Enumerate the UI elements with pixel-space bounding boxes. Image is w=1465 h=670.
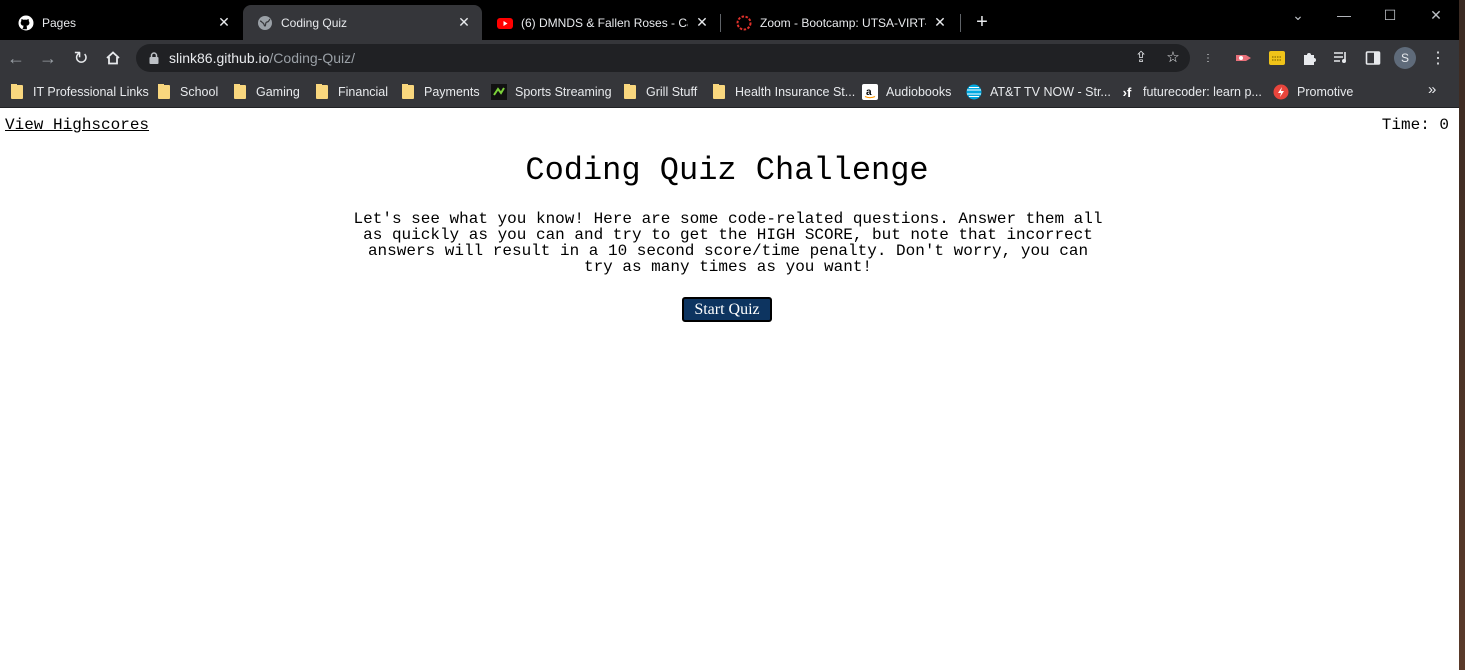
promotive-icon	[1273, 84, 1289, 100]
quiz-description: Let's see what you know! Here are some c…	[353, 210, 1103, 276]
page-content: View Highscores Time: 0 Coding Quiz Chal…	[0, 108, 1459, 670]
tab-pages[interactable]: Pages ✕	[4, 5, 242, 40]
bookmark-link[interactable]: Promotive	[1273, 81, 1353, 103]
bookmark-label: Health Insurance St...	[735, 85, 856, 99]
browser-menu-icon[interactable]: ⋮	[1428, 48, 1448, 68]
tab-strip: Pages ✕ Coding Quiz ✕ (6) DMNDS & Fallen…	[0, 0, 1459, 40]
side-panel-icon[interactable]	[1363, 48, 1383, 68]
minimize-icon[interactable]: —	[1321, 4, 1367, 26]
tab-search-icon[interactable]: ⌄	[1275, 4, 1321, 26]
tab-separator	[960, 14, 961, 32]
close-tab-icon[interactable]: ✕	[932, 14, 948, 31]
home-icon[interactable]	[101, 46, 125, 70]
bookmark-folder[interactable]: Grill Stuff	[622, 81, 697, 103]
more-bookmarks-icon[interactable]: »	[1428, 81, 1436, 98]
close-tab-icon[interactable]: ✕	[216, 14, 232, 31]
bookmark-label: Gaming	[256, 85, 300, 99]
bookmark-folder[interactable]: Gaming	[232, 81, 300, 103]
bookmark-label: School	[180, 85, 219, 99]
url-text[interactable]: slink86.github.io/Coding-Quiz/	[169, 50, 355, 66]
url-path: /Coding-Quiz/	[269, 50, 355, 66]
bookmark-folder[interactable]: School	[156, 81, 218, 103]
forward-icon[interactable]: →	[36, 46, 60, 70]
screen-recorder-icon[interactable]	[1234, 48, 1254, 68]
page-title: Coding Quiz Challenge	[525, 152, 929, 189]
bookmark-folder[interactable]: IT Professional Links	[9, 81, 149, 103]
att-icon	[966, 84, 982, 100]
bookmark-label: IT Professional Links	[33, 85, 149, 99]
youtube-icon	[497, 15, 513, 31]
new-tab-icon[interactable]: +	[972, 12, 992, 32]
folder-icon	[400, 84, 416, 100]
close-tab-icon[interactable]: ✕	[456, 14, 472, 31]
bookmark-label: Financial	[338, 85, 389, 99]
tab-youtube[interactable]: (6) DMNDS & Fallen Roses - Cala ✕	[483, 5, 720, 40]
bookmark-folder[interactable]: Health Insurance St...	[711, 81, 855, 103]
tab-title: Pages	[42, 15, 77, 30]
folder-icon	[232, 84, 248, 100]
timer: Time: 0	[1381, 116, 1449, 134]
bookmark-label: Sports Streaming	[515, 85, 612, 99]
bookmark-link[interactable]: ›f futurecoder: learn p...	[1119, 81, 1262, 103]
folder-icon	[622, 84, 638, 100]
bookmark-link[interactable]: AT&T TV NOW - Str...	[966, 81, 1111, 103]
amazon-icon: a	[862, 84, 878, 100]
address-bar[interactable]: slink86.github.io/Coding-Quiz/ ⇪ ☆	[136, 44, 1190, 72]
bookmark-label: futurecoder: learn p...	[1143, 85, 1262, 99]
bookmark-label: AT&T TV NOW - Str...	[990, 85, 1111, 99]
futurecoder-icon: ›f	[1122, 84, 1132, 100]
extension-dots-icon[interactable]: ⋮	[1198, 48, 1218, 68]
bookmark-label: Promotive	[1297, 85, 1354, 99]
view-highscores-link[interactable]: View Highscores	[5, 116, 149, 134]
bookmark-star-icon[interactable]: ☆	[1164, 49, 1182, 67]
reload-icon[interactable]: ↻	[69, 46, 93, 70]
tab-title: (6) DMNDS & Fallen Roses - Cala	[521, 15, 688, 30]
maximize-icon[interactable]: ☐	[1367, 4, 1413, 26]
share-icon[interactable]: ⇪	[1132, 49, 1150, 67]
globe-icon	[257, 15, 273, 31]
browser-window: Pages ✕ Coding Quiz ✕ (6) DMNDS & Fallen…	[0, 0, 1459, 670]
bookmark-folder[interactable]: Payments	[400, 81, 480, 103]
bookmark-label: Audiobooks	[886, 85, 952, 99]
profile-avatar[interactable]: S	[1394, 47, 1416, 69]
desktop-background	[1459, 0, 1465, 670]
folder-icon	[9, 84, 25, 100]
tab-title: Coding Quiz	[281, 15, 348, 30]
folder-icon	[156, 84, 172, 100]
bookmark-link[interactable]: a Audiobooks	[862, 81, 951, 103]
svg-text:a: a	[866, 87, 872, 98]
back-icon[interactable]: ←	[4, 46, 28, 70]
github-icon	[18, 15, 34, 31]
extensions-puzzle-icon[interactable]	[1299, 48, 1319, 68]
bookmark-link[interactable]: Sports Streaming	[491, 81, 612, 103]
zoom-icon	[736, 15, 752, 31]
tab-title: Zoom - Bootcamp: UTSA-VIRT-FS	[760, 15, 926, 30]
notes-extension-icon[interactable]	[1267, 48, 1287, 68]
close-window-icon[interactable]: ✕	[1413, 4, 1459, 26]
bookmark-label: Payments	[424, 85, 480, 99]
close-tab-icon[interactable]: ✕	[694, 14, 710, 31]
start-quiz-button[interactable]: Start Quiz	[682, 297, 772, 322]
bookmarks-bar: IT Professional Links School Gaming Fina…	[0, 75, 1459, 108]
sports-streaming-icon	[491, 84, 507, 100]
folder-icon	[711, 84, 727, 100]
tab-zoom[interactable]: Zoom - Bootcamp: UTSA-VIRT-FS ✕	[722, 5, 958, 40]
bookmark-label: Grill Stuff	[646, 85, 698, 99]
folder-icon	[314, 84, 330, 100]
lock-icon[interactable]	[147, 51, 161, 65]
tab-coding-quiz[interactable]: Coding Quiz ✕	[243, 5, 482, 40]
media-control-icon[interactable]	[1331, 48, 1351, 68]
tab-separator	[720, 14, 721, 32]
browser-toolbar: ← → ↻ slink86.github.io/Coding-Quiz/ ⇪ ☆…	[0, 40, 1459, 75]
url-host: slink86.github.io	[169, 50, 270, 66]
bookmark-folder[interactable]: Financial	[314, 81, 388, 103]
